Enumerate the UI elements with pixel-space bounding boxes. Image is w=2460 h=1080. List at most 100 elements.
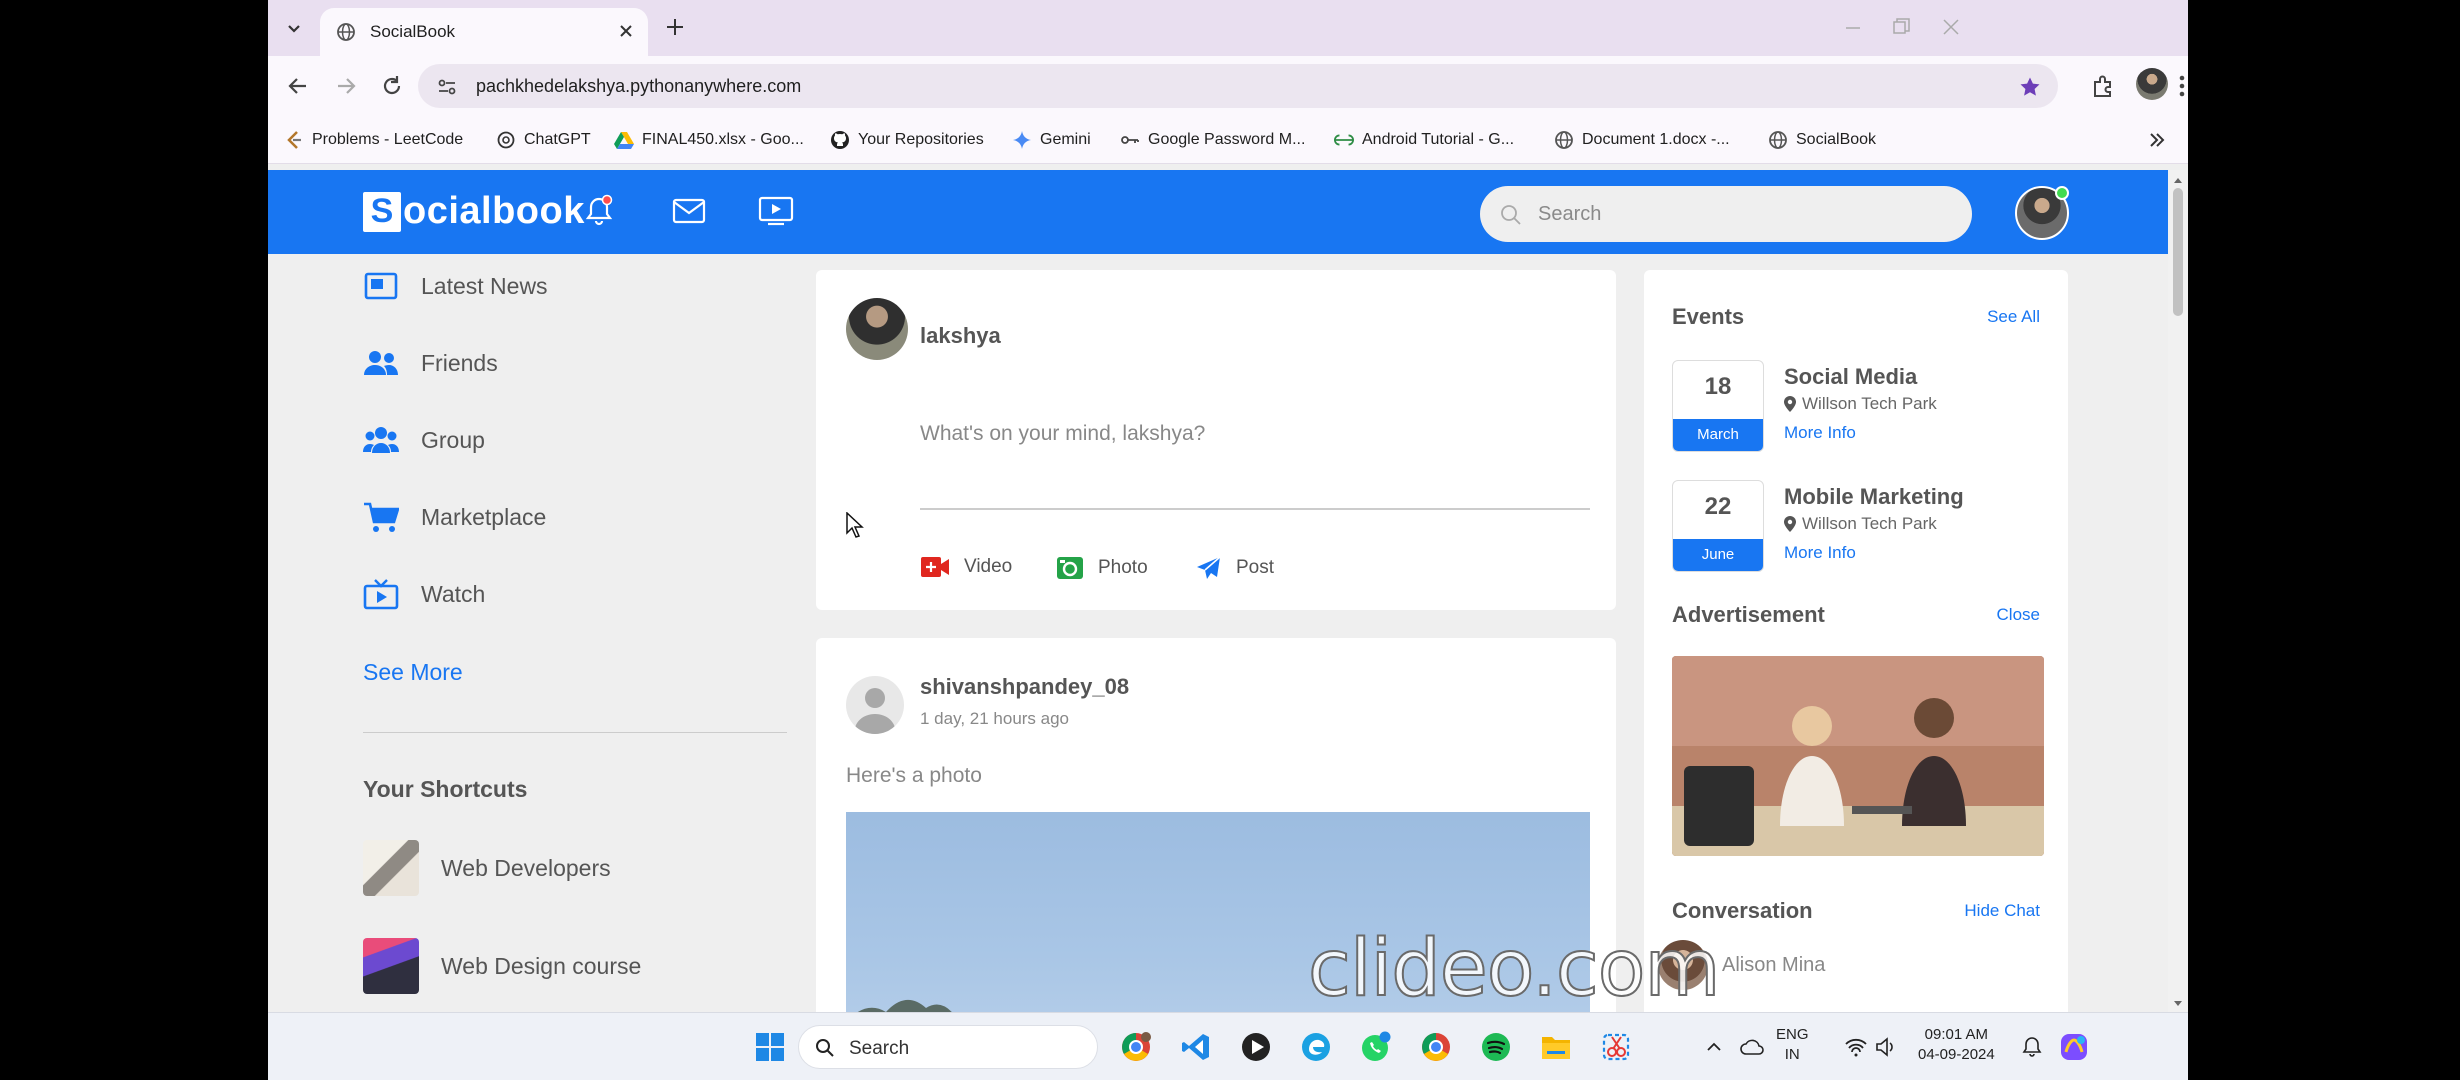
friends-icon [363, 348, 399, 378]
add-video-button[interactable]: Video [920, 556, 1012, 578]
whatsapp-taskbar-icon[interactable] [1358, 1029, 1394, 1065]
file-explorer-taskbar-icon[interactable] [1538, 1029, 1574, 1065]
play-screen-icon [758, 196, 794, 226]
show-hidden-icons-button[interactable] [1696, 1029, 1732, 1065]
nav-item-group[interactable]: Group [363, 425, 485, 455]
github-icon [830, 130, 850, 150]
back-button[interactable] [284, 72, 312, 100]
right-sidebar: Events See All 18 March Social Media Wil… [1644, 270, 2068, 1012]
profile-avatar[interactable] [2136, 68, 2168, 100]
video-watermark: clideo.com [1307, 923, 1721, 1012]
nav-item-latest-news[interactable]: Latest News [363, 271, 548, 301]
bookmark-item[interactable]: SocialBook [1768, 128, 1876, 152]
nav-item-watch[interactable]: Watch [363, 579, 485, 610]
event-title: Social Media [1784, 364, 1918, 389]
active-tab[interactable]: SocialBook [320, 8, 648, 56]
start-button[interactable] [752, 1029, 788, 1065]
reload-button[interactable] [378, 72, 406, 100]
add-photo-button[interactable]: Photo [1056, 556, 1148, 580]
chevron-up-icon [1707, 1042, 1721, 1051]
vscode-taskbar-icon[interactable] [1178, 1029, 1214, 1065]
snipping-tool-taskbar-icon[interactable] [1598, 1029, 1634, 1065]
bookmark-star-icon[interactable] [2018, 75, 2042, 99]
page-scrollbar[interactable] [2168, 170, 2188, 1012]
chrome-taskbar-icon[interactable] [1418, 1029, 1454, 1065]
forward-button[interactable] [332, 72, 360, 100]
bookmark-item[interactable]: Your Repositories [830, 128, 984, 152]
post-author[interactable]: shivanshpandey_08 [920, 674, 1129, 700]
create-post-button[interactable]: Post [1196, 556, 1274, 580]
restore-button[interactable] [1888, 14, 1914, 40]
user-avatar[interactable] [2015, 186, 2069, 240]
input-underline [920, 508, 1590, 510]
notification-bell-icon[interactable] [2014, 1029, 2050, 1065]
close-tab-icon[interactable] [616, 21, 636, 41]
search-input[interactable]: Search [1480, 186, 1972, 242]
address-bar[interactable]: pachkhedelakshya.pythonanywhere.com [418, 64, 2058, 108]
taskbar-search[interactable]: Search [798, 1025, 1098, 1069]
site-settings-icon[interactable] [436, 76, 458, 98]
default-avatar-icon[interactable] [846, 676, 904, 734]
see-all-events-link[interactable]: See All [1987, 307, 2040, 327]
user-avatar[interactable] [846, 298, 908, 360]
advertisement-image[interactable] [1672, 656, 2044, 856]
divider [363, 732, 787, 733]
nav-item-friends[interactable]: Friends [363, 348, 498, 378]
messages-button[interactable] [672, 198, 706, 224]
kebab-menu-icon [2179, 75, 2185, 97]
bookmark-item[interactable]: FINAL450.xlsx - Goo... [614, 128, 804, 152]
new-tab-button[interactable] [662, 14, 688, 40]
see-more-link[interactable]: See More [363, 659, 463, 686]
group-icon [363, 425, 399, 455]
event-date-badge: 18 March [1672, 360, 1764, 452]
nav-item-marketplace[interactable]: Marketplace [363, 502, 546, 532]
site-header: S ocialbook Search [268, 170, 2168, 254]
plus-icon [667, 19, 683, 35]
minimize-button[interactable] [1840, 14, 1866, 40]
edge-taskbar-icon[interactable] [1298, 1029, 1334, 1065]
onedrive-icon[interactable] [1734, 1029, 1770, 1065]
volume-icon[interactable] [1868, 1029, 1904, 1065]
scrollbar-thumb[interactable] [2173, 188, 2183, 316]
event-date-badge: 22 June [1672, 480, 1764, 572]
bookmark-item[interactable]: Google Password M... [1120, 128, 1305, 152]
screen: SocialBook pachkhedelakshya.pythonanywhe… [268, 0, 2188, 1080]
reload-icon [383, 76, 401, 95]
tab-list-button[interactable] [278, 12, 310, 44]
shortcut-web-design-course[interactable]: Web Design course [363, 938, 641, 994]
extensions-button[interactable] [2090, 72, 2118, 100]
bookmark-item[interactable]: Document 1.docx -... [1554, 128, 1730, 152]
video-icon [920, 556, 950, 578]
map-pin-icon [1784, 396, 1796, 412]
chrome-profile-taskbar-icon[interactable] [1118, 1029, 1154, 1065]
google-drive-icon [614, 130, 634, 150]
close-window-button[interactable] [1938, 14, 1964, 40]
more-bookmarks-button[interactable] [2148, 128, 2166, 152]
bookmark-item[interactable]: ChatGPT [496, 128, 591, 152]
menu-button[interactable] [2178, 72, 2186, 100]
close-ad-link[interactable]: Close [1997, 605, 2040, 625]
event-more-info-link[interactable]: More Info [1784, 543, 1856, 563]
globe-icon [336, 22, 356, 42]
leetcode-icon [284, 130, 304, 150]
bookmark-item[interactable]: Android Tutorial - G... [1334, 128, 1514, 152]
clock[interactable]: 09:01 AM 04-09-2024 [1918, 1025, 1995, 1065]
videos-button[interactable] [758, 196, 794, 226]
notifications-button[interactable] [584, 194, 614, 226]
search-icon [1500, 204, 1522, 226]
language-indicator[interactable]: ENG IN [1776, 1025, 1809, 1065]
copilot-icon[interactable] [2056, 1029, 2092, 1065]
media-player-taskbar-icon[interactable] [1238, 1029, 1274, 1065]
post-text-input[interactable]: What's on your mind, lakshya? [920, 422, 1205, 446]
scroll-down-icon[interactable] [2173, 1000, 2183, 1008]
conversation-heading: Conversation [1672, 898, 1813, 923]
hide-chat-link[interactable]: Hide Chat [1964, 901, 2040, 921]
scroll-up-icon[interactable] [2173, 176, 2183, 184]
spotify-taskbar-icon[interactable] [1478, 1029, 1514, 1065]
shortcut-web-developers[interactable]: Web Developers [363, 840, 611, 896]
mouse-cursor [846, 512, 864, 538]
event-more-info-link[interactable]: More Info [1784, 423, 1856, 443]
bookmark-item[interactable]: Gemini [1012, 128, 1091, 152]
bookmark-item[interactable]: Problems - LeetCode [284, 128, 463, 152]
site-logo[interactable]: S ocialbook [363, 190, 585, 233]
